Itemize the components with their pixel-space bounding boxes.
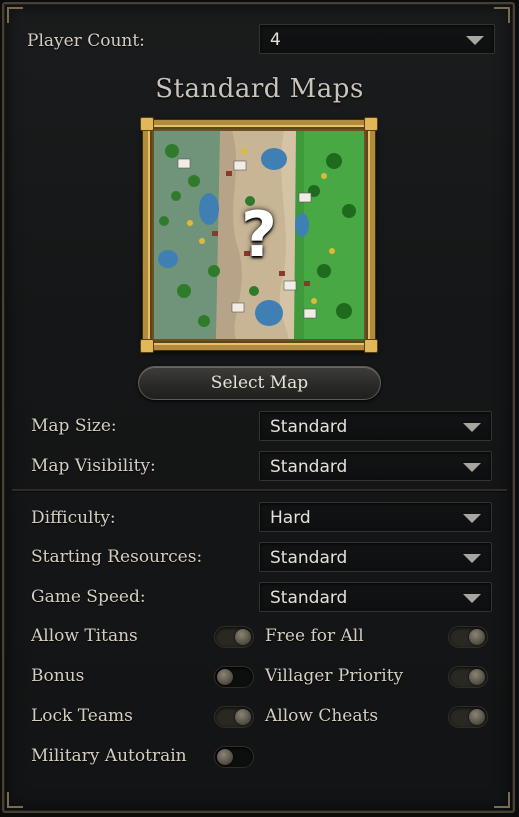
military-autotrain-label: Military Autotrain <box>31 746 187 766</box>
allow-titans-toggle[interactable] <box>214 626 254 648</box>
frame-corner-ornament <box>364 339 378 353</box>
map-thumbnail-image: ? <box>154 131 364 339</box>
map-size-dropdown[interactable]: Standard <box>259 411 492 441</box>
military-autotrain-toggle[interactable] <box>214 746 254 768</box>
panel-corner-ornament <box>494 792 510 808</box>
difficulty-value: Hard <box>270 508 311 528</box>
map-size-label: Map Size: <box>31 416 117 436</box>
game-speed-label: Game Speed: <box>31 587 146 607</box>
map-visibility-value: Standard <box>270 457 348 477</box>
select-map-button[interactable]: Select Map <box>138 366 381 400</box>
bonus-label: Bonus <box>31 666 85 686</box>
toggle-knob <box>235 709 251 725</box>
toggle-knob <box>469 709 485 725</box>
starting-resources-dropdown[interactable]: Standard <box>259 542 492 572</box>
frame-corner-ornament <box>140 339 154 353</box>
map-preview[interactable]: ? <box>140 117 378 353</box>
toggle-knob <box>235 629 251 645</box>
game-speed-dropdown[interactable]: Standard <box>259 582 492 612</box>
bonus-toggle[interactable] <box>214 666 254 688</box>
free-for-all-toggle[interactable] <box>448 626 488 648</box>
difficulty-dropdown[interactable]: Hard <box>259 502 492 532</box>
frame-corner-ornament <box>364 117 378 131</box>
frame-corner-ornament <box>140 117 154 131</box>
player-count-label: Player Count: <box>27 31 145 51</box>
chevron-down-icon <box>463 423 481 432</box>
chevron-down-icon <box>466 36 484 45</box>
player-count-value: 4 <box>270 30 281 50</box>
allow-titans-label: Allow Titans <box>31 626 138 646</box>
starting-resources-value: Standard <box>270 548 348 568</box>
player-count-dropdown[interactable]: 4 <box>259 24 495 54</box>
toggle-knob <box>217 749 233 765</box>
map-visibility-dropdown[interactable]: Standard <box>259 451 492 481</box>
toggle-knob <box>217 669 233 685</box>
chevron-down-icon <box>463 463 481 472</box>
panel-corner-ornament <box>494 7 510 23</box>
chevron-down-icon <box>463 594 481 603</box>
allow-cheats-toggle[interactable] <box>448 706 488 728</box>
difficulty-label: Difficulty: <box>31 508 116 528</box>
free-for-all-label: Free for All <box>265 626 364 646</box>
lock-teams-toggle[interactable] <box>214 706 254 728</box>
panel-corner-ornament <box>7 792 23 808</box>
lock-teams-label: Lock Teams <box>31 706 133 726</box>
map-section-title: Standard Maps <box>155 74 364 104</box>
chevron-down-icon <box>463 514 481 523</box>
section-divider <box>12 489 507 492</box>
toggle-knob <box>469 629 485 645</box>
map-size-value: Standard <box>270 417 348 437</box>
villager-priority-toggle[interactable] <box>448 666 488 688</box>
toggle-knob <box>469 669 485 685</box>
game-speed-value: Standard <box>270 588 348 608</box>
panel-corner-ornament <box>7 7 23 23</box>
question-mark-icon: ? <box>241 198 277 271</box>
map-visibility-label: Map Visibility: <box>31 456 156 476</box>
chevron-down-icon <box>463 554 481 563</box>
allow-cheats-label: Allow Cheats <box>265 706 379 726</box>
villager-priority-label: Villager Priority <box>265 666 404 686</box>
starting-resources-label: Starting Resources: <box>31 547 203 567</box>
